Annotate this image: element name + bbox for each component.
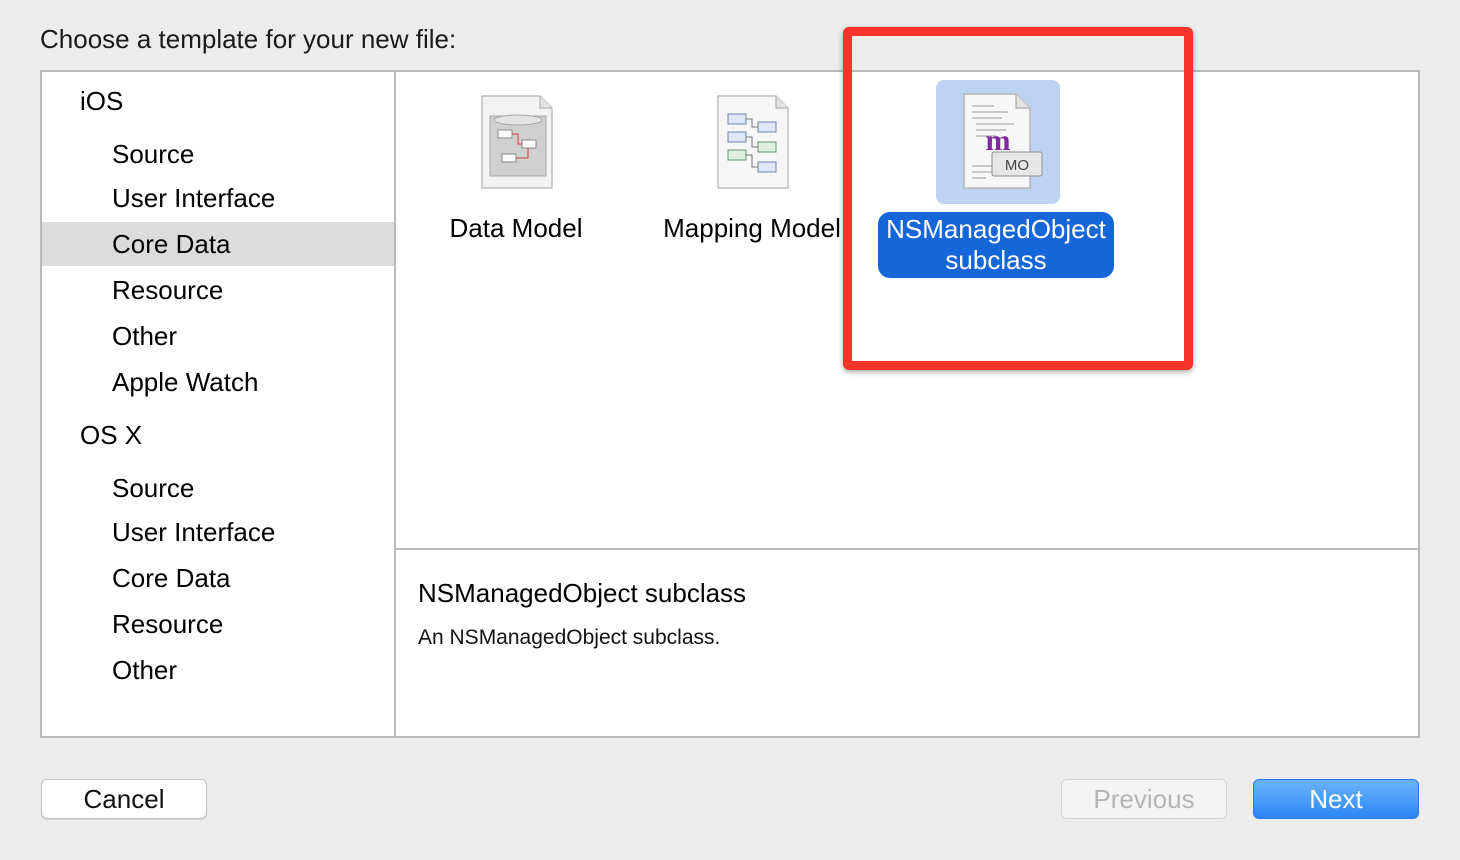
mapping-model-icon (692, 80, 816, 204)
description-title: NSManagedObject subclass (418, 578, 747, 608)
template-nsmanagedobject-subclass[interactable]: m MO NSManagedObject subclass (876, 80, 1116, 290)
template-label: Data Model (449, 213, 583, 243)
nsmanagedobject-icon: m MO (936, 80, 1060, 204)
sidebar-item-osx-resource[interactable]: Resource (42, 602, 394, 646)
previous-button[interactable]: Previous (1061, 779, 1227, 819)
sidebar-item-ios-source[interactable]: Source (42, 132, 394, 176)
template-grid: Data Model Mapping Model m MO NSManagedO… (396, 72, 1418, 550)
sidebar-item-osx-user-interface[interactable]: User Interface (42, 510, 394, 554)
sidebar-item-osx-source[interactable]: Source (42, 466, 394, 510)
sidebar-item-ios-apple-watch[interactable]: Apple Watch (42, 360, 394, 404)
cancel-button[interactable]: Cancel (41, 779, 207, 819)
description-text: An NSManagedObject subclass. (418, 626, 721, 649)
section-header-ios: iOS (80, 86, 124, 116)
template-label: Mapping Model (663, 213, 841, 243)
next-button[interactable]: Next (1253, 779, 1419, 819)
sidebar-item-ios-resource[interactable]: Resource (42, 268, 394, 312)
sidebar-item-ios-other[interactable]: Other (42, 314, 394, 358)
template-mapping-model[interactable]: Mapping Model (632, 80, 872, 290)
category-sidebar: iOS Source User Interface Core Data Reso… (42, 72, 396, 736)
template-chooser: iOS Source User Interface Core Data Reso… (40, 70, 1420, 738)
data-model-icon (456, 80, 580, 204)
section-header-osx: OS X (80, 420, 143, 450)
sidebar-item-osx-other[interactable]: Other (42, 648, 394, 692)
sidebar-item-osx-core-data[interactable]: Core Data (42, 556, 394, 600)
nsmanagedobject-icon-badge: MO (1005, 157, 1029, 174)
template-description: NSManagedObject subclass An NSManagedObj… (396, 550, 1418, 736)
sidebar-item-ios-user-interface[interactable]: User Interface (42, 176, 394, 220)
template-data-model[interactable]: Data Model (396, 80, 636, 290)
dialog-heading: Choose a template for your new file: (40, 24, 457, 54)
template-label: NSManagedObject subclass (878, 212, 1114, 278)
sidebar-item-ios-core-data[interactable]: Core Data (42, 222, 394, 266)
